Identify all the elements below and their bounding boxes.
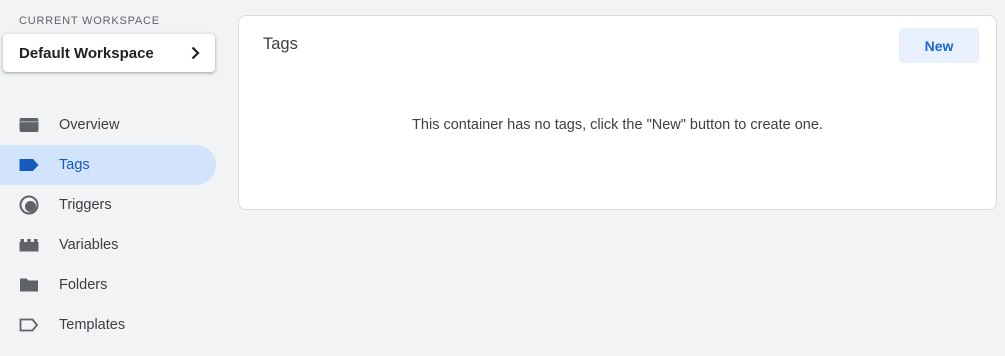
sidebar-item-triggers[interactable]: Triggers: [0, 185, 216, 225]
workspace-selector[interactable]: Default Workspace: [3, 34, 215, 72]
sidebar-item-variables[interactable]: Variables: [0, 225, 216, 265]
chevron-right-icon: [189, 46, 201, 60]
sidebar-item-tags[interactable]: Tags: [0, 145, 216, 185]
template-icon: [18, 315, 40, 335]
folder-icon: [18, 275, 40, 295]
sidebar-item-templates[interactable]: Templates: [0, 305, 216, 345]
app-root: CURRENT WORKSPACE Default Workspace Over: [0, 0, 1005, 356]
sidebar-item-label: Templates: [59, 317, 126, 333]
sidebar-nav: Overview Tags Triggers Variables Folders…: [0, 105, 216, 345]
tags-panel: Tags New This container has no tags, cli…: [238, 15, 997, 210]
empty-state-message: This container has no tags, click the "N…: [412, 117, 823, 133]
sidebar-item-label: Folders: [59, 277, 108, 293]
sidebar-item-label: Overview: [59, 117, 120, 133]
variables-icon: [18, 235, 40, 255]
sidebar: CURRENT WORKSPACE Default Workspace Over: [0, 0, 223, 356]
sidebar-item-folders[interactable]: Folders: [0, 265, 216, 305]
workspace-name: Default Workspace: [19, 44, 154, 62]
sidebar-item-overview[interactable]: Overview: [0, 105, 216, 145]
overview-icon: [18, 115, 40, 135]
page-title: Tags: [263, 35, 298, 53]
sidebar-item-label: Variables: [59, 237, 119, 253]
trigger-icon: [18, 195, 40, 215]
sidebar-item-label: Triggers: [59, 197, 112, 213]
tag-icon: [18, 155, 40, 175]
workspace-section-label: CURRENT WORKSPACE: [19, 15, 160, 27]
new-tag-button[interactable]: New: [899, 28, 979, 63]
sidebar-item-label: Tags: [59, 157, 90, 173]
